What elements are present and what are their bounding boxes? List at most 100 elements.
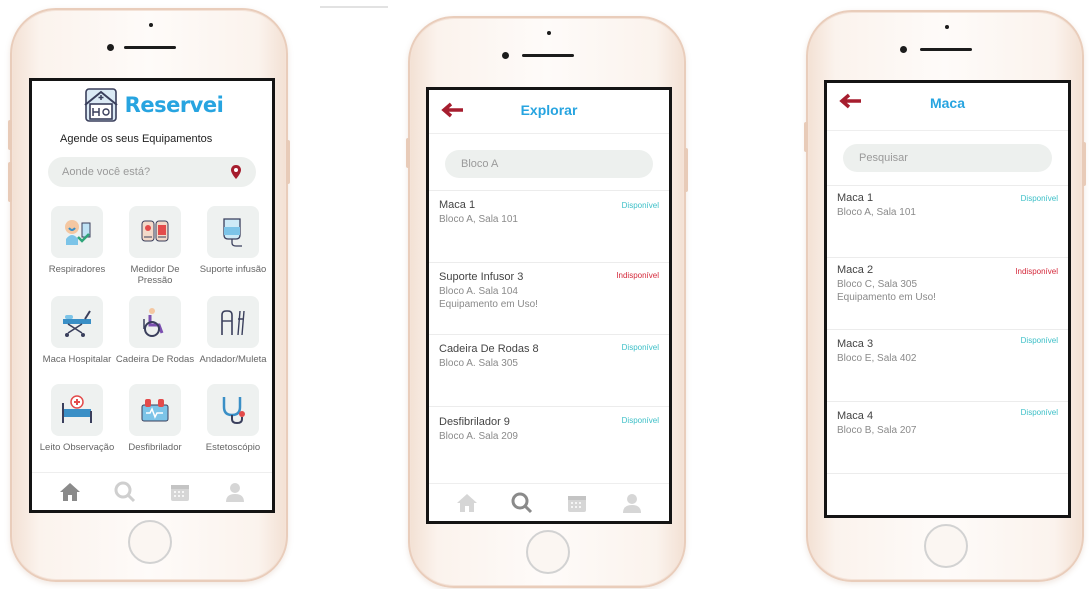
phone-frame-explore: Explorar Bloco A Maca 1 Bloco A, Sala 10… (406, 16, 688, 588)
profile-icon[interactable] (223, 480, 247, 504)
search-icon[interactable] (510, 491, 534, 515)
list-item[interactable]: Maca 4 Bloco B, Sala 207 Disponível (827, 401, 1068, 473)
location-search-input[interactable]: Aonde você está? (48, 157, 256, 187)
side-button (8, 120, 12, 150)
list-item[interactable]: Maca 1 Bloco A, Sala 101 Disponível (429, 190, 669, 262)
header: Maca (827, 83, 1068, 131)
stethoscope-icon (222, 397, 245, 425)
camera-icon (502, 52, 509, 59)
home-button[interactable] (924, 524, 968, 568)
status-badge: Disponível (1020, 408, 1058, 417)
category-label: Medidor De Pressão (130, 264, 180, 286)
status-badge: Disponível (1020, 336, 1058, 345)
hospital-bed-icon (62, 395, 92, 423)
page-subtitle: Agende os seus Equipamentos (60, 133, 213, 145)
list-item[interactable]: Cadeira De Rodas 8 Bloco A. Sala 305 Dis… (429, 334, 669, 406)
category-label: Leito Observação (39, 442, 115, 453)
home-button[interactable] (526, 530, 570, 574)
category-desfibrilador[interactable]: Desfibrilador (115, 384, 195, 453)
category-medidor-de-pressao[interactable]: Medidor De Pressão (115, 206, 195, 286)
sensor-dot (945, 25, 949, 29)
calendar-icon[interactable] (168, 480, 192, 504)
category-tile[interactable] (129, 206, 181, 258)
category-maca-hospitalar[interactable]: Maca Hospitalar (37, 296, 117, 365)
category-tile[interactable] (51, 206, 103, 258)
item-note: Equipamento em Uso! (439, 299, 538, 310)
status-badge: Disponível (621, 201, 659, 210)
blood-pressure-icon (141, 220, 169, 242)
list-item[interactable]: Desfibrilador 9 Bloco A. Sala 209 Dispon… (429, 406, 669, 478)
walker-icon (221, 310, 245, 336)
decorative-line (320, 6, 388, 8)
category-tile[interactable] (129, 384, 181, 436)
category-estetoscopio[interactable]: Estetoscópio (193, 384, 272, 453)
category-label: Cadeira De Rodas (115, 354, 195, 365)
list-item[interactable]: Suporte Infusor 3 Bloco A. Sala 104 Equi… (429, 262, 669, 334)
phone-frame-home: Reservei Agende os seus Equipamentos Aon… (8, 8, 290, 582)
status-badge: Disponível (621, 343, 659, 352)
category-cadeira-de-rodas[interactable]: Cadeira De Rodas (115, 296, 195, 365)
category-label: Maca Hospitalar (42, 354, 112, 365)
search-icon[interactable] (113, 480, 137, 504)
home-button[interactable] (128, 520, 172, 564)
status-badge: Indisponível (1015, 267, 1058, 276)
search-placeholder: Aonde você está? (62, 166, 151, 178)
item-name: Maca 1 (837, 192, 874, 204)
category-andador-muleta[interactable]: Andador/Muleta (193, 296, 272, 365)
side-button (8, 162, 12, 202)
item-location: Bloco E, Sala 402 (837, 353, 917, 364)
speaker-grille (522, 54, 574, 57)
search-input[interactable]: Bloco A (445, 150, 653, 178)
screen-explore: Explorar Bloco A Maca 1 Bloco A, Sala 10… (426, 87, 672, 524)
list-item[interactable]: Maca 1 Bloco A, Sala 101 Disponível (827, 185, 1068, 257)
list-divider (827, 473, 1068, 474)
side-button (286, 140, 290, 184)
item-name: Desfibrilador 9 (439, 416, 510, 428)
item-name: Maca 4 (837, 410, 874, 422)
status-badge: Indisponível (616, 271, 659, 280)
item-name: Maca 1 (439, 199, 476, 211)
item-name: Maca 3 (837, 338, 874, 350)
camera-icon (107, 44, 114, 51)
category-label: Andador/Muleta (199, 354, 267, 365)
item-location: Bloco A, Sala 101 (837, 207, 916, 218)
respirator-icon (65, 220, 91, 245)
home-icon[interactable] (58, 480, 82, 504)
profile-icon[interactable] (620, 491, 644, 515)
category-tile[interactable] (51, 384, 103, 436)
screen-home: Reservei Agende os seus Equipamentos Aon… (29, 78, 275, 513)
item-name: Suporte Infusor 3 (439, 271, 524, 283)
screen-maca: Maca Pesquisar Maca 1 Bloco A, Sala 101 … (824, 80, 1071, 518)
search-placeholder: Pesquisar (859, 152, 908, 164)
header: Explorar (429, 90, 669, 134)
list-item[interactable]: Maca 2 Bloco C, Sala 305 Equipamento em … (827, 257, 1068, 329)
category-tile[interactable] (207, 296, 259, 348)
sensor-dot (547, 31, 551, 35)
category-suporte-infusao[interactable]: Suporte infusão (193, 206, 272, 275)
category-respiradores[interactable]: Respiradores (37, 206, 117, 275)
side-button (1082, 142, 1086, 186)
calendar-icon[interactable] (565, 491, 589, 515)
map-pin-icon[interactable] (228, 164, 244, 180)
wheelchair-icon (143, 308, 164, 337)
category-tile[interactable] (207, 206, 259, 258)
bottom-tab-bar (32, 472, 272, 510)
item-location: Bloco A, Sala 101 (439, 214, 518, 225)
status-badge: Disponível (621, 416, 659, 425)
page-title: Explorar (520, 102, 578, 118)
list-item[interactable]: Maca 3 Bloco E, Sala 402 Disponível (827, 329, 1068, 401)
item-location: Bloco A. Sala 104 (439, 286, 518, 297)
category-tile[interactable] (207, 384, 259, 436)
category-label: Estetoscópio (205, 442, 261, 453)
search-input[interactable]: Pesquisar (843, 144, 1052, 172)
item-location: Bloco A. Sala 305 (439, 358, 518, 369)
category-tile[interactable] (129, 296, 181, 348)
category-label: Desfibrilador (128, 442, 182, 453)
home-icon[interactable] (455, 491, 479, 515)
sensor-dot (149, 23, 153, 27)
house-logo-icon (84, 88, 118, 122)
app-logo: Reservei (32, 85, 272, 125)
item-note: Equipamento em Uso! (837, 292, 936, 303)
category-tile[interactable] (51, 296, 103, 348)
category-leito-observacao[interactable]: Leito Observação (37, 384, 117, 453)
